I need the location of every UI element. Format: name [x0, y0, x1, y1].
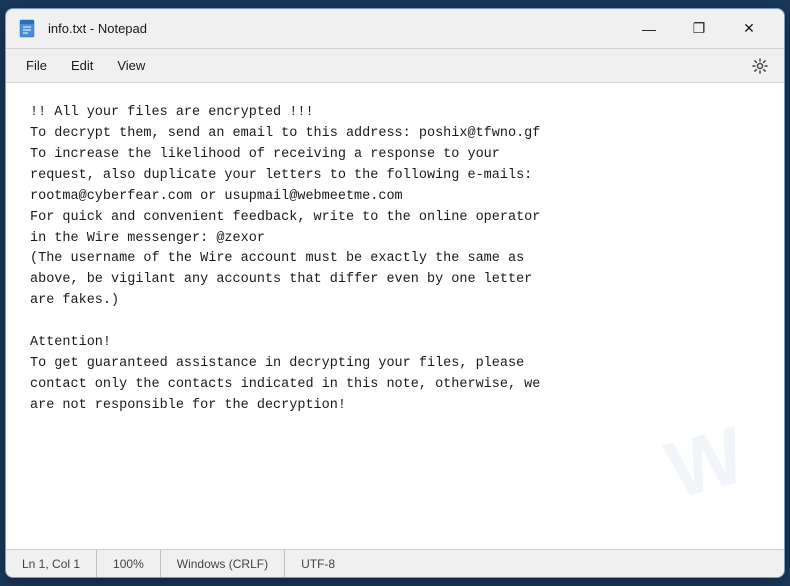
close-button[interactable]: ✕	[726, 14, 772, 44]
settings-icon[interactable]	[744, 52, 776, 80]
window-controls: — ❐ ✕	[626, 14, 772, 44]
watermark: W	[658, 409, 755, 517]
notepad-window: info.txt - Notepad — ❐ ✕ File Edit View …	[5, 8, 785, 578]
maximize-button[interactable]: ❐	[676, 14, 722, 44]
titlebar: info.txt - Notepad — ❐ ✕	[6, 9, 784, 49]
notepad-text: !! All your files are encrypted !!! To d…	[30, 103, 760, 417]
cursor-position: Ln 1, Col 1	[14, 550, 97, 577]
minimize-button[interactable]: —	[626, 14, 672, 44]
app-icon	[18, 19, 38, 39]
statusbar: Ln 1, Col 1 100% Windows (CRLF) UTF-8	[6, 549, 784, 577]
window-title: info.txt - Notepad	[48, 21, 626, 36]
menu-file[interactable]: File	[14, 54, 59, 77]
menubar: File Edit View	[6, 49, 784, 83]
text-content-area[interactable]: !! All your files are encrypted !!! To d…	[6, 83, 784, 549]
menu-view[interactable]: View	[105, 54, 157, 77]
menu-edit[interactable]: Edit	[59, 54, 105, 77]
line-ending: Windows (CRLF)	[161, 550, 285, 577]
encoding: UTF-8	[285, 550, 351, 577]
zoom-level: 100%	[97, 550, 161, 577]
